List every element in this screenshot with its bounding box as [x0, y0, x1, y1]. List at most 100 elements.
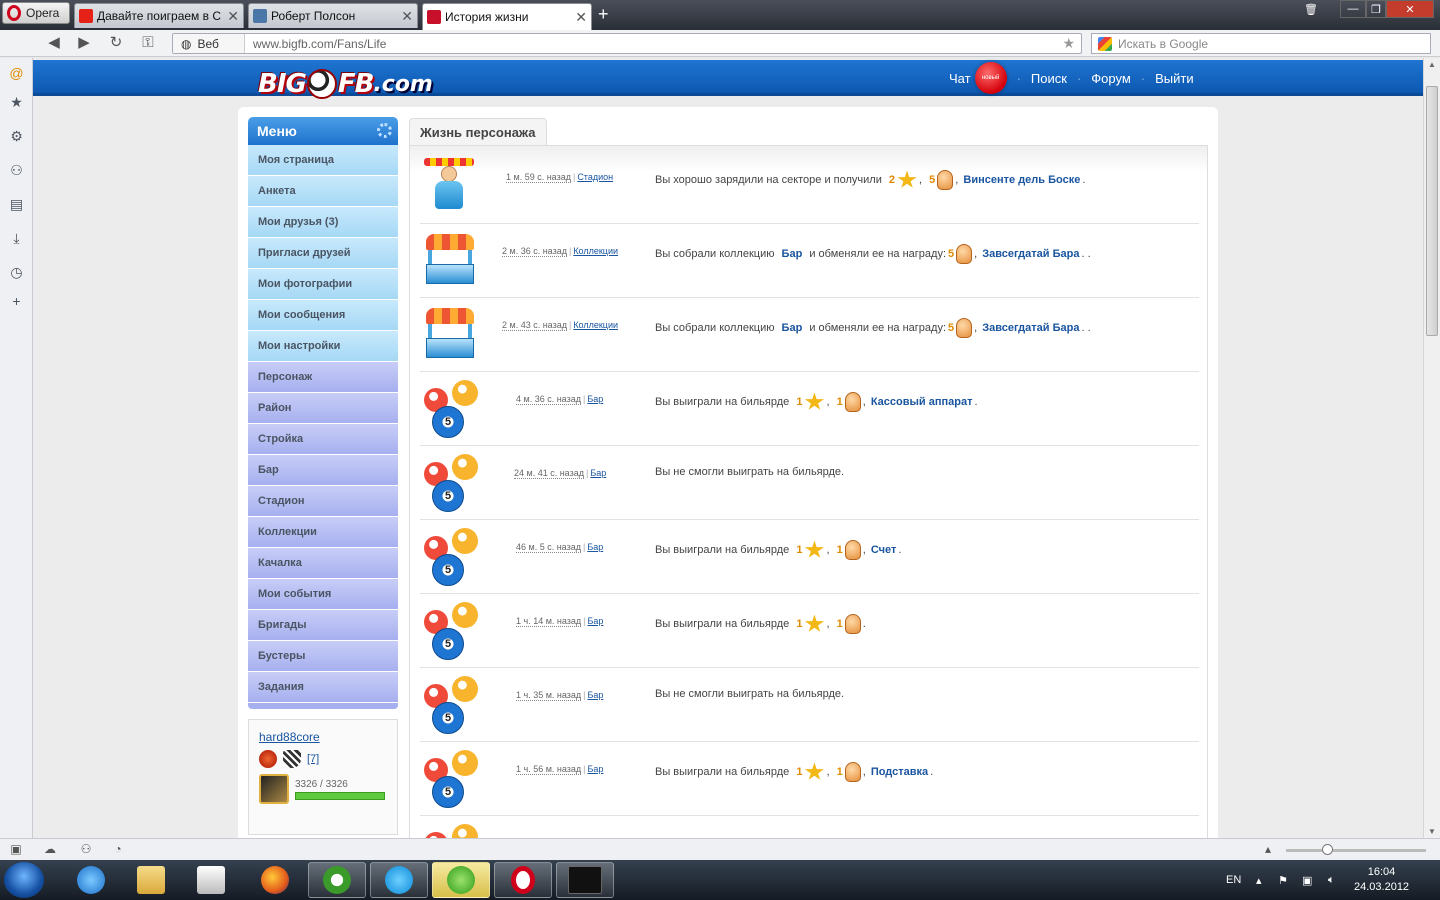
reload-icon[interactable]: ↻ [106, 34, 126, 52]
menu-item[interactable]: Персонаж [248, 362, 398, 393]
forward-icon[interactable]: ▶ [74, 34, 94, 52]
tab-bigfb[interactable]: История жизни ✕ [422, 3, 592, 30]
reward-link[interactable]: Завсегдатай Бара [982, 248, 1079, 260]
menu-item[interactable]: Бустеры [248, 641, 398, 672]
language-indicator[interactable]: EN [1226, 860, 1241, 900]
url-text[interactable]: www.bigfb.com/Fans/Life [245, 37, 386, 51]
trash-icon[interactable]: 🗑 [1300, 0, 1322, 18]
event-location-link[interactable]: Бар [588, 764, 604, 774]
history-clock-icon[interactable]: ◷ [9, 265, 24, 280]
speed-dial-icon[interactable]: ◔ [110, 842, 126, 858]
search-link[interactable]: Поиск [1031, 71, 1067, 86]
menu-item[interactable]: Коллекции [248, 517, 398, 548]
tab-vk[interactable]: Роберт Полсон ✕ [248, 3, 418, 28]
volume-icon[interactable]: 🔈︎ [1328, 860, 1335, 900]
menu-item[interactable]: Анкета [248, 176, 398, 207]
event-location-link[interactable]: Бар [587, 542, 603, 552]
reward-link[interactable]: Кассовый аппарат [871, 396, 973, 408]
menu-item[interactable]: Стройка [248, 424, 398, 455]
opera-taskbar-button[interactable] [494, 862, 552, 898]
username-link[interactable]: hard88core [259, 730, 387, 744]
cloud-icon[interactable]: ☁ [42, 842, 58, 858]
reward-link[interactable]: Завсегдатай Бара [982, 322, 1079, 334]
notes-icon[interactable]: ▤ [9, 197, 24, 212]
menu-item[interactable]: Район [248, 393, 398, 424]
address-bar[interactable]: ◍ Веб www.bigfb.com/Fans/Life ★ [172, 33, 1082, 54]
close-tab-icon[interactable]: ✕ [575, 9, 587, 26]
reward-link[interactable]: Подставка [871, 766, 928, 778]
menu-item[interactable]: Мои друзья (3) [248, 207, 398, 238]
widgets-gear-icon[interactable]: ⚙ [9, 129, 24, 144]
unite-icon[interactable]: ⚇ [9, 163, 24, 178]
chat-link[interactable]: Чат [949, 71, 971, 86]
tab-character-life[interactable]: Жизнь персонажа [409, 118, 547, 146]
menu-item[interactable]: Мои события [248, 579, 398, 610]
skype-taskbar-button[interactable] [370, 862, 428, 898]
event-location-link[interactable]: Стадион [577, 172, 613, 182]
search-input[interactable]: Искать в Google [1091, 33, 1431, 54]
reward-link[interactable]: Винсенте дель Боске [963, 174, 1080, 186]
app-taskbar-button[interactable] [556, 862, 614, 898]
scroll-up-icon[interactable]: ▲ [1424, 60, 1440, 69]
bookmarks-star-icon[interactable]: ★ [9, 95, 24, 110]
menu-item[interactable]: Задания [248, 672, 398, 703]
bookmark-star-icon[interactable]: ★ [1062, 35, 1075, 52]
vertical-scrollbar[interactable]: ▲ ▼ [1423, 58, 1440, 838]
event-location-link[interactable]: Коллекции [573, 246, 618, 256]
close-tab-icon[interactable]: ✕ [401, 8, 413, 25]
opera-menu-button[interactable]: Opera [2, 2, 70, 24]
event-location-link[interactable]: Бар [590, 468, 606, 478]
tab-youtube[interactable]: Давайте поиграем в С... ✕ [74, 3, 244, 28]
media-taskbar-button[interactable] [182, 862, 240, 898]
level-link[interactable]: [7] [307, 753, 319, 765]
zoom-arrow-icon[interactable]: ▴ [1260, 842, 1276, 858]
event-location-link[interactable]: Бар [587, 394, 603, 404]
utorrent-taskbar-button[interactable] [308, 862, 366, 898]
ie-taskbar-button[interactable] [62, 862, 120, 898]
network-icon[interactable]: ▣ [1302, 860, 1312, 900]
event-location-link[interactable]: Коллекции [573, 320, 618, 330]
new-tab-button[interactable]: + [598, 4, 609, 25]
scroll-down-icon[interactable]: ▼ [1424, 827, 1440, 836]
zoom-knob[interactable] [1322, 844, 1333, 855]
menu-item[interactable]: Пригласи друзей [248, 238, 398, 269]
clock[interactable]: 16:04 24.03.2012 [1354, 865, 1409, 895]
close-tab-icon[interactable]: ✕ [227, 8, 239, 25]
gear-icon[interactable] [377, 123, 392, 138]
add-panel-icon[interactable]: + [9, 294, 24, 309]
reward-link[interactable]: Счет [871, 544, 897, 556]
collection-link[interactable]: Бар [782, 322, 803, 334]
zoom-slider[interactable] [1286, 844, 1426, 855]
icq-taskbar-button[interactable] [432, 862, 490, 898]
event-location-link[interactable]: Бар [588, 690, 604, 700]
menu-item[interactable]: Бар [248, 455, 398, 486]
explorer-taskbar-button[interactable] [122, 862, 180, 898]
flag-icon[interactable]: ⚑ [1278, 860, 1288, 900]
close-window-button[interactable]: ✕ [1386, 0, 1434, 18]
back-icon[interactable]: ◀ [44, 34, 64, 52]
panel-toggle-icon[interactable]: ▣ [8, 842, 24, 858]
maximize-button[interactable]: ❐ [1366, 0, 1386, 18]
menu-item[interactable]: Мои фотографии [248, 269, 398, 300]
mail-icon[interactable]: @ [9, 66, 24, 81]
menu-item[interactable]: Мои сообщения [248, 300, 398, 331]
start-button[interactable] [4, 862, 44, 898]
scroll-thumb[interactable] [1426, 86, 1438, 336]
event-location-link[interactable]: Бар [588, 616, 604, 626]
menu-item[interactable]: Бригады [248, 610, 398, 641]
minimize-button[interactable]: — [1340, 0, 1366, 18]
forum-link[interactable]: Форум [1091, 71, 1131, 86]
menu-item[interactable]: Качалка [248, 548, 398, 579]
menu-item[interactable]: Моя страница [248, 145, 398, 176]
key-icon[interactable]: ⚿ [138, 34, 158, 52]
bigfb-logo[interactable]: BIG FB .com [258, 62, 433, 106]
logout-link[interactable]: Выйти [1155, 71, 1194, 86]
firefox-taskbar-button[interactable] [246, 862, 304, 898]
menu-item[interactable]: Стадион [248, 486, 398, 517]
collection-link[interactable]: Бар [782, 248, 803, 260]
menu-item[interactable]: Мои настройки [248, 331, 398, 362]
web-segment[interactable]: ◍ Веб [173, 34, 245, 53]
downloads-icon[interactable]: ⤓ [9, 231, 24, 246]
avatar[interactable] [259, 774, 289, 804]
tray-arrow-icon[interactable]: ▴ [1256, 860, 1262, 900]
